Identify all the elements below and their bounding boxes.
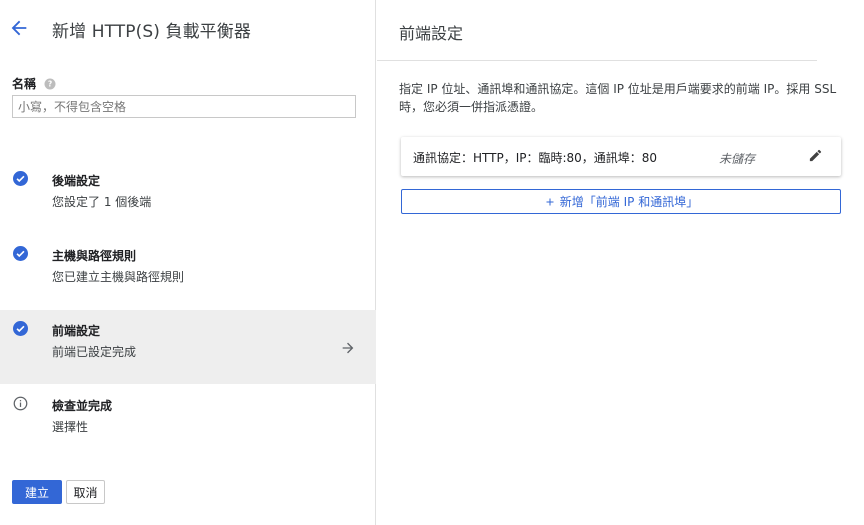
frontend-entry-text: 通訊協定：HTTP，IP：臨時:80，通訊埠：80 <box>413 151 658 165</box>
step-title: 前端設定 <box>52 324 101 338</box>
arrow-forward-icon <box>342 342 354 354</box>
step-title: 主機與路徑規則 <box>52 249 137 263</box>
panel-title: 前端設定 <box>399 24 464 43</box>
info-icon <box>13 396 28 411</box>
name-label: 名稱 <box>12 77 37 91</box>
frontend-config-panel: 前端設定 指定 IP 位址、通訊埠和通訊協定。這個 IP 位址是用戶端要求的前端… <box>377 0 864 525</box>
pencil-edit-icon[interactable] <box>808 148 823 163</box>
frontend-entry-card[interactable]: 通訊協定：HTTP，IP：臨時:80，通訊埠：80 未儲存 <box>401 137 841 176</box>
step-subtitle: 選擇性 <box>52 420 89 434</box>
svg-text:?: ? <box>48 80 52 89</box>
plus-icon <box>546 198 554 205</box>
create-button[interactable]: 建立 <box>12 480 62 504</box>
step-subtitle: 前端已設定完成 <box>52 345 137 359</box>
add-frontend-ip-port-button[interactable]: 新增「前端 IP 和通訊埠」 <box>401 189 841 214</box>
step-subtitle: 您設定了 1 個後端 <box>52 195 152 209</box>
divider <box>377 60 817 61</box>
step-backend-config[interactable]: 後端設定 您設定了 1 個後端 <box>0 160 376 234</box>
cancel-button[interactable]: 取消 <box>66 480 105 504</box>
header: 新增 HTTP(S) 負載平衡器 <box>0 0 376 60</box>
left-panel: 新增 HTTP(S) 負載平衡器 名稱 ? 後端設定 您設定了 1 個後端 主機… <box>0 0 376 525</box>
arrow-back-icon[interactable] <box>8 17 30 39</box>
step-host-path-rules[interactable]: 主機與路徑規則 您已建立主機與路徑規則 <box>0 235 376 309</box>
check-circle-icon <box>13 171 28 186</box>
panel-description: 指定 IP 位址、通訊埠和通訊協定。這個 IP 位址是用戶端要求的前端 IP。採… <box>399 82 837 114</box>
page-title: 新增 HTTP(S) 負載平衡器 <box>52 22 251 42</box>
step-frontend-config[interactable]: 前端設定 前端已設定完成 <box>0 310 376 384</box>
unsaved-status: 未儲存 <box>719 152 756 166</box>
step-title: 後端設定 <box>52 174 101 188</box>
check-circle-icon <box>13 321 28 336</box>
add-button-label: 新增「前端 IP 和通訊埠」 <box>559 195 699 209</box>
check-circle-icon <box>13 246 28 261</box>
step-review-finalize[interactable]: 檢查並完成 選擇性 <box>0 385 376 459</box>
step-subtitle: 您已建立主機與路徑規則 <box>52 270 185 284</box>
name-input[interactable] <box>12 95 356 118</box>
help-icon[interactable]: ? <box>44 78 56 90</box>
step-title: 檢查並完成 <box>52 399 113 413</box>
